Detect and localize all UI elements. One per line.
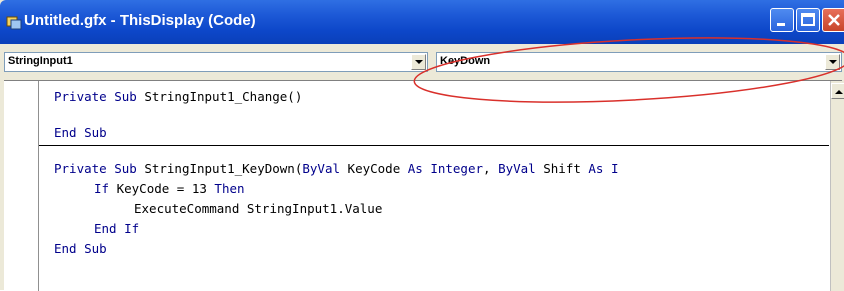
- scroll-up-button[interactable]: [831, 83, 844, 99]
- procedure-dropdown-arrow[interactable]: [825, 54, 840, 70]
- code-editor[interactable]: Private Sub StringInput1_Change() End Su…: [4, 80, 844, 291]
- procedure-separator: [39, 145, 829, 146]
- margin-indicator-bar: [38, 81, 39, 291]
- code-line: Private Sub StringInput1_Change(): [54, 89, 303, 104]
- window-title: Untitled.gfx - ThisDisplay (Code): [24, 12, 256, 29]
- procedure-dropdown-value: KeyDown: [440, 55, 491, 67]
- code-line: End Sub: [54, 241, 107, 256]
- object-dropdown[interactable]: StringInput1: [4, 52, 428, 72]
- procedure-bar: StringInput1 KeyDown: [0, 44, 844, 78]
- object-dropdown-arrow[interactable]: [411, 54, 426, 70]
- code-line: Private Sub StringInput1_KeyDown(ByVal K…: [54, 161, 619, 176]
- code-line: End If: [94, 221, 140, 236]
- vertical-scrollbar[interactable]: [830, 81, 844, 291]
- code-line: End Sub: [54, 125, 107, 140]
- minimize-button[interactable]: [770, 8, 794, 32]
- maximize-button[interactable]: [796, 8, 820, 32]
- code-line: If KeyCode = 13 Then: [94, 181, 245, 196]
- object-dropdown-value: StringInput1: [8, 55, 73, 67]
- title-bar[interactable]: Untitled.gfx - ThisDisplay (Code): [0, 0, 844, 44]
- code-line: ExecuteCommand StringInput1.Value: [134, 201, 383, 216]
- app-icon: [6, 14, 22, 30]
- procedure-dropdown[interactable]: KeyDown: [436, 52, 842, 72]
- close-button[interactable]: [822, 8, 844, 32]
- code-editor-window: Untitled.gfx - ThisDisplay (Code) String…: [0, 0, 844, 291]
